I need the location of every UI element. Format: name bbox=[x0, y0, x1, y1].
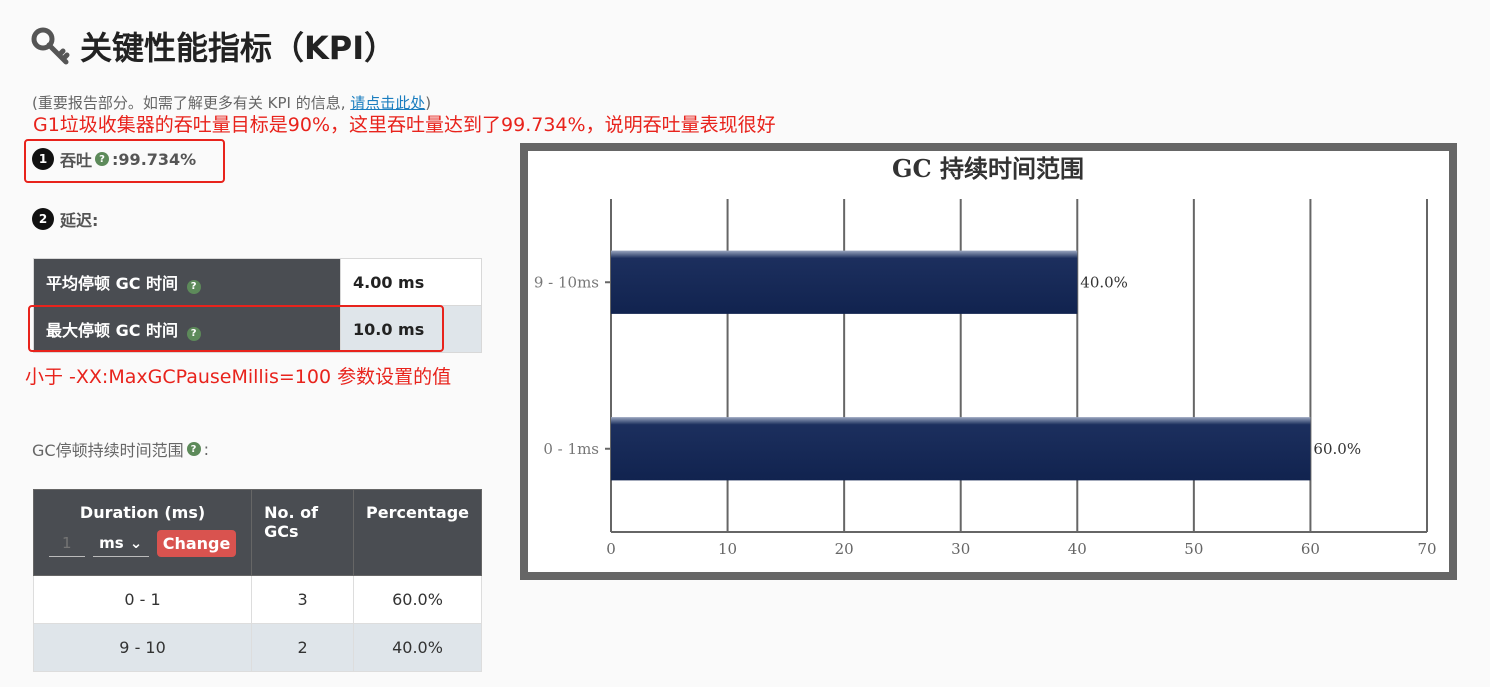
chart-panel: GC 持续时间范围 0 10 20 30 40 50 60 70 9 - 10ms 40.0% 0 … bbox=[528, 151, 1449, 572]
percent-cell: 40.0% bbox=[353, 623, 482, 672]
x-tick-label: 40 bbox=[1068, 540, 1087, 558]
unit-select-value: ms bbox=[99, 534, 124, 552]
x-tick-label: 60 bbox=[1301, 540, 1320, 558]
x-tick-label: 20 bbox=[835, 540, 854, 558]
gc-range-label: GC停顿持续时间范围 bbox=[32, 441, 184, 460]
step-number-badge: 2 bbox=[32, 208, 54, 230]
question-circle-icon[interactable]: ? bbox=[186, 279, 201, 294]
page-title: 关键性能指标（KPI） bbox=[80, 29, 397, 67]
bar bbox=[611, 417, 1311, 481]
throughput-metric: 1 吞吐 ? : 99.734% bbox=[32, 147, 196, 171]
gc-range-suffix: : bbox=[203, 439, 209, 459]
throughput-value: 99.734% bbox=[118, 149, 197, 169]
y-tick-label: 9 - 10ms bbox=[534, 273, 599, 291]
percentage-header: Percentage bbox=[353, 489, 482, 576]
throughput-annotation: G1垃圾收集器的吞吐量目标是90%，这里吞吐量达到了99.734%，说明吞吐量表… bbox=[33, 114, 776, 136]
y-tick-label: 0 - 1ms bbox=[543, 440, 599, 458]
avg-pause-label: 平均停顿 GC 时间 bbox=[46, 274, 179, 293]
count-cell: 3 bbox=[251, 575, 355, 624]
table-row: 0 - 1 3 60.0% bbox=[32, 575, 482, 624]
max-pause-highlight-box bbox=[28, 305, 444, 352]
chevron-down-icon: ⌄ bbox=[129, 534, 143, 552]
avg-pause-value: 4.00 ms bbox=[340, 258, 482, 306]
avg-pause-label-cell: 平均停顿 GC 时间 ? bbox=[33, 258, 341, 306]
x-tick-label: 10 bbox=[718, 540, 737, 558]
duration-header: Duration (ms) ms ⌄ Change bbox=[32, 489, 253, 576]
chart-title: GC 持续时间范围 bbox=[892, 154, 1084, 183]
duration-header-label: Duration (ms) bbox=[79, 503, 206, 522]
gc-count-header: No. of GCs bbox=[251, 489, 355, 576]
duration-table: Duration (ms) ms ⌄ Change No. of GCs Per… bbox=[32, 489, 482, 672]
percent-cell: 60.0% bbox=[353, 575, 482, 624]
bar bbox=[611, 250, 1078, 314]
max-pause-annotation: 小于 -XX:MaxGCPauseMillis=100 参数设置的值 bbox=[25, 366, 452, 388]
x-tick-label: 30 bbox=[951, 540, 970, 558]
data-label: 60.0% bbox=[1313, 440, 1361, 458]
range-cell: 0 - 1 bbox=[32, 575, 253, 624]
table-header-row: Duration (ms) ms ⌄ Change No. of GCs Per… bbox=[32, 489, 482, 576]
page-header: 关键性能指标（KPI） bbox=[30, 18, 396, 74]
range-cell: 9 - 10 bbox=[32, 623, 253, 672]
key-icon bbox=[31, 27, 70, 65]
gc-range-heading: GC停顿持续时间范围 ? : bbox=[32, 437, 209, 461]
latency-heading: 2 延迟: bbox=[32, 207, 98, 231]
table-row: 平均停顿 GC 时间 ? 4.00 ms bbox=[33, 258, 482, 306]
latency-label: 延迟: bbox=[60, 211, 99, 230]
x-tick-label: 50 bbox=[1184, 540, 1203, 558]
question-circle-icon[interactable]: ? bbox=[95, 152, 110, 166]
data-label: 40.0% bbox=[1080, 273, 1128, 291]
table-row: 9 - 10 2 40.0% bbox=[32, 623, 482, 672]
x-tick-label: 70 bbox=[1417, 540, 1436, 558]
unit-select[interactable]: ms ⌄ bbox=[92, 530, 149, 557]
change-button[interactable]: Change bbox=[156, 530, 237, 557]
count-cell: 2 bbox=[251, 623, 355, 672]
question-circle-icon[interactable]: ? bbox=[186, 442, 201, 456]
throughput-label: 吞吐 bbox=[60, 151, 93, 170]
gc-duration-chart: GC 持续时间范围 0 10 20 30 40 50 60 70 9 - 10ms 40.0% 0 … bbox=[534, 154, 1437, 558]
duration-controls: ms ⌄ Change bbox=[46, 530, 239, 557]
step-number-badge: 1 bbox=[32, 148, 54, 170]
x-tick-label: 0 bbox=[606, 540, 616, 558]
duration-bucket-input[interactable] bbox=[48, 530, 85, 557]
